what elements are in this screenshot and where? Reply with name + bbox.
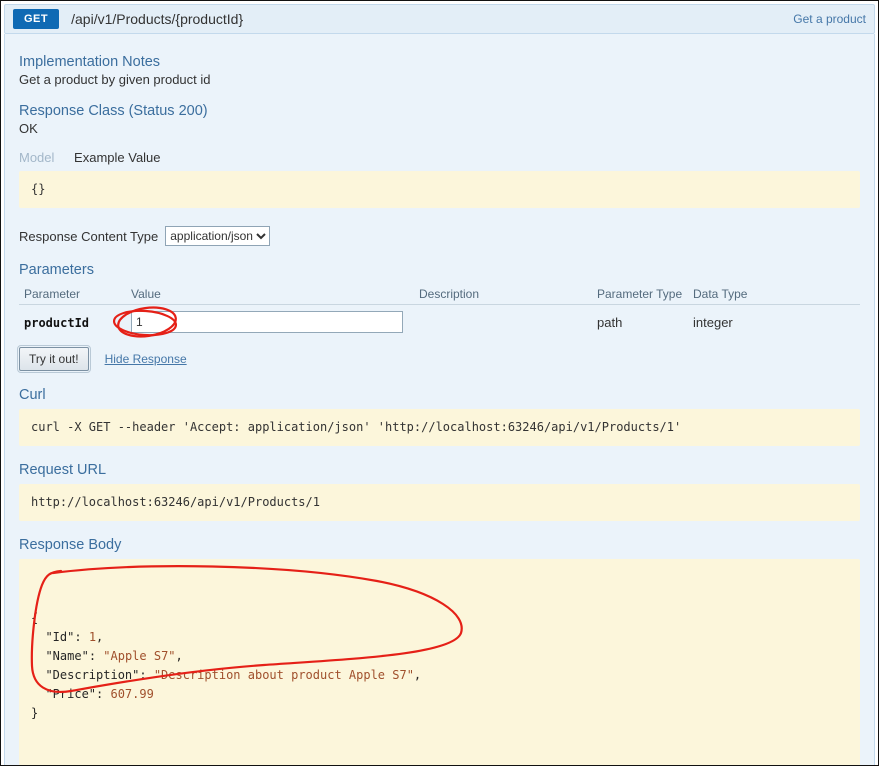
response-body-heading: Response Body — [19, 537, 860, 553]
implementation-notes-heading: Implementation Notes — [19, 54, 860, 70]
response-body-line: "Description": "Description about produc… — [31, 666, 848, 685]
response-body-line: } — [31, 704, 848, 723]
schema-tabs: Model Example Value — [19, 150, 860, 165]
operation-summary-link[interactable]: Get a product — [793, 12, 866, 26]
request-url-heading: Request URL — [19, 462, 860, 478]
response-class-heading: Response Class (Status 200) — [19, 103, 860, 119]
implementation-notes-text: Get a product by given product id — [19, 72, 860, 87]
table-row: productId path integer — [19, 305, 860, 340]
response-body-line: "Name": "Apple S7", — [31, 647, 848, 666]
response-content-type-select[interactable]: application/json — [165, 226, 270, 246]
response-content-type-label: Response Content Type — [19, 229, 158, 244]
col-data-type: Data Type — [688, 284, 860, 305]
example-value-block: {} — [19, 171, 860, 208]
parameters-header-row: Parameter Value Description Parameter Ty… — [19, 284, 860, 305]
response-body-block: { "Id": 1, "Name": "Apple S7", "Descript… — [19, 559, 860, 766]
response-body-json: { "Id": 1, "Name": "Apple S7", "Descript… — [31, 609, 848, 723]
col-parameter-type: Parameter Type — [592, 284, 688, 305]
hide-response-link[interactable]: Hide Response — [105, 352, 187, 366]
curl-command-block: curl -X GET --header 'Accept: applicatio… — [19, 409, 860, 446]
col-value: Value — [126, 284, 414, 305]
operation-content: Implementation Notes Get a product by gi… — [4, 34, 875, 766]
col-description: Description — [414, 284, 592, 305]
actions-row: Try it out! Hide Response — [19, 347, 860, 371]
response-body-line: { — [31, 609, 848, 628]
col-parameter: Parameter — [19, 284, 126, 305]
curl-heading: Curl — [19, 387, 860, 403]
endpoint-path[interactable]: /api/v1/Products/{productId} — [71, 11, 243, 27]
operation-header[interactable]: GET /api/v1/Products/{productId} Get a p… — [4, 4, 875, 34]
tab-example-value[interactable]: Example Value — [74, 150, 160, 165]
swagger-operation-panel: GET /api/v1/Products/{productId} Get a p… — [0, 0, 879, 766]
response-body-line: "Price": 607.99 — [31, 685, 848, 704]
request-url-block: http://localhost:63246/api/v1/Products/1 — [19, 484, 860, 521]
parameter-type: path — [597, 315, 622, 330]
parameter-value-input[interactable] — [131, 311, 403, 333]
parameters-table: Parameter Value Description Parameter Ty… — [19, 284, 860, 339]
parameter-data-type: integer — [693, 315, 733, 330]
response-class-value: OK — [19, 121, 860, 136]
parameter-name: productId — [24, 316, 89, 330]
http-method-badge[interactable]: GET — [13, 9, 59, 29]
parameters-heading: Parameters — [19, 262, 860, 278]
try-it-out-button[interactable]: Try it out! — [19, 347, 89, 371]
response-body-line: "Id": 1, — [31, 628, 848, 647]
tab-model[interactable]: Model — [19, 150, 54, 165]
response-content-type-row: Response Content Type application/json — [19, 226, 860, 246]
